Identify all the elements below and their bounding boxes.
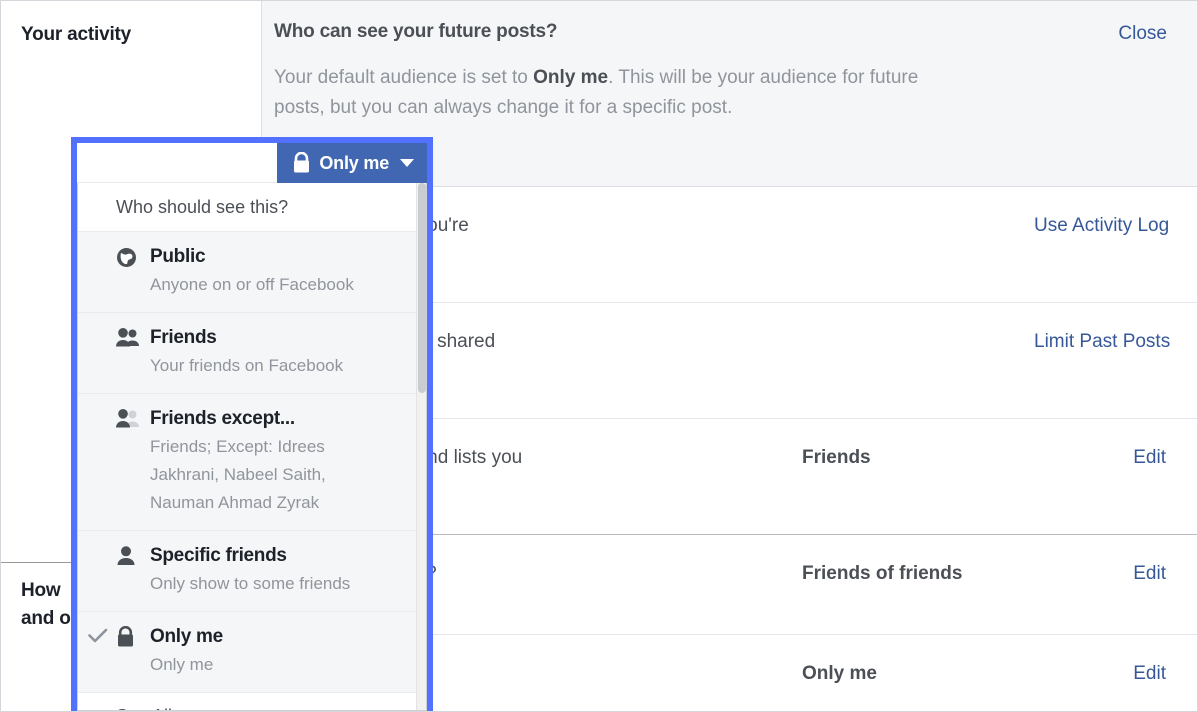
dropdown-option-title: Public bbox=[150, 246, 206, 267]
chevron-down-icon bbox=[400, 159, 414, 167]
dropdown-option-title: Specific friends bbox=[150, 545, 287, 566]
checkmark-icon bbox=[88, 628, 108, 648]
lock-icon bbox=[116, 625, 142, 649]
dropdown-option-friends-except[interactable]: Friends except... Friends; Except: Idree… bbox=[78, 394, 426, 531]
dropdown-option-sub: Only me bbox=[150, 655, 214, 674]
dropdown-scrollbar-thumb[interactable] bbox=[418, 183, 426, 393]
person-icon bbox=[116, 544, 142, 568]
dropdown-scrollbar[interactable] bbox=[416, 183, 426, 710]
dropdown-option-specific-friends[interactable]: Specific friends Only show to some frien… bbox=[78, 531, 426, 612]
globe-icon bbox=[116, 245, 142, 269]
dropdown-option-only-me[interactable]: Only me Only me bbox=[78, 612, 426, 693]
friends-except-icon bbox=[116, 407, 142, 431]
friends-icon bbox=[116, 326, 142, 350]
dropdown-option-sub: Anyone on or off Facebook bbox=[150, 275, 354, 294]
row-action-use-activity-log[interactable]: Use Activity Log bbox=[1034, 211, 1169, 241]
see-all-label: See All bbox=[116, 706, 172, 710]
rail-title-your-activity: Your activity bbox=[21, 24, 132, 45]
panel-description: Your default audience is set to Only me.… bbox=[274, 63, 974, 123]
dropdown-option-title: Friends bbox=[150, 327, 217, 348]
dropdown-see-all-button[interactable]: See All bbox=[78, 693, 426, 710]
desc-part1: Your default audience is set to bbox=[274, 67, 534, 88]
dropdown-option-friends[interactable]: Friends Your friends on Facebook bbox=[78, 313, 426, 394]
dropdown-option-sub: Friends; Except: Idrees Jakhrani, Nabeel… bbox=[150, 437, 326, 512]
row-action-edit[interactable]: Edit bbox=[1034, 443, 1166, 473]
row-value: Only me bbox=[802, 663, 877, 684]
row-value: Friends bbox=[802, 447, 871, 468]
audience-selector-highlight: Only me Who should see this? Public Anyo… bbox=[71, 137, 433, 711]
privacy-settings-page: Your activity How and o Who can see your… bbox=[0, 0, 1198, 712]
lock-icon bbox=[292, 152, 311, 174]
row-action-edit[interactable]: Edit bbox=[1034, 559, 1166, 589]
dropdown-option-sub: Only show to some friends bbox=[150, 574, 351, 593]
audience-trigger-row: Only me bbox=[77, 143, 427, 183]
row-value: Friends of friends bbox=[802, 563, 963, 584]
row-action-limit-past-posts[interactable]: Limit Past Posts bbox=[1034, 327, 1170, 357]
audience-selector-button[interactable]: Only me bbox=[277, 143, 427, 183]
dropdown-option-title: Only me bbox=[150, 626, 223, 647]
dropdown-option-sub: Your friends on Facebook bbox=[150, 356, 344, 375]
audience-selector-label: Only me bbox=[319, 152, 389, 173]
close-button[interactable]: Close bbox=[1118, 21, 1167, 47]
audience-dropdown-menu: Who should see this? Public Anyone on or… bbox=[77, 183, 427, 711]
dropdown-option-title: Friends except... bbox=[150, 408, 295, 429]
dropdown-header-label: Who should see this? bbox=[78, 183, 426, 232]
desc-bold-value: Only me bbox=[533, 67, 609, 88]
row-action-edit[interactable]: Edit bbox=[1034, 659, 1166, 689]
dropdown-option-public[interactable]: Public Anyone on or off Facebook bbox=[78, 232, 426, 313]
page-title: Who can see your future posts? bbox=[274, 21, 558, 42]
